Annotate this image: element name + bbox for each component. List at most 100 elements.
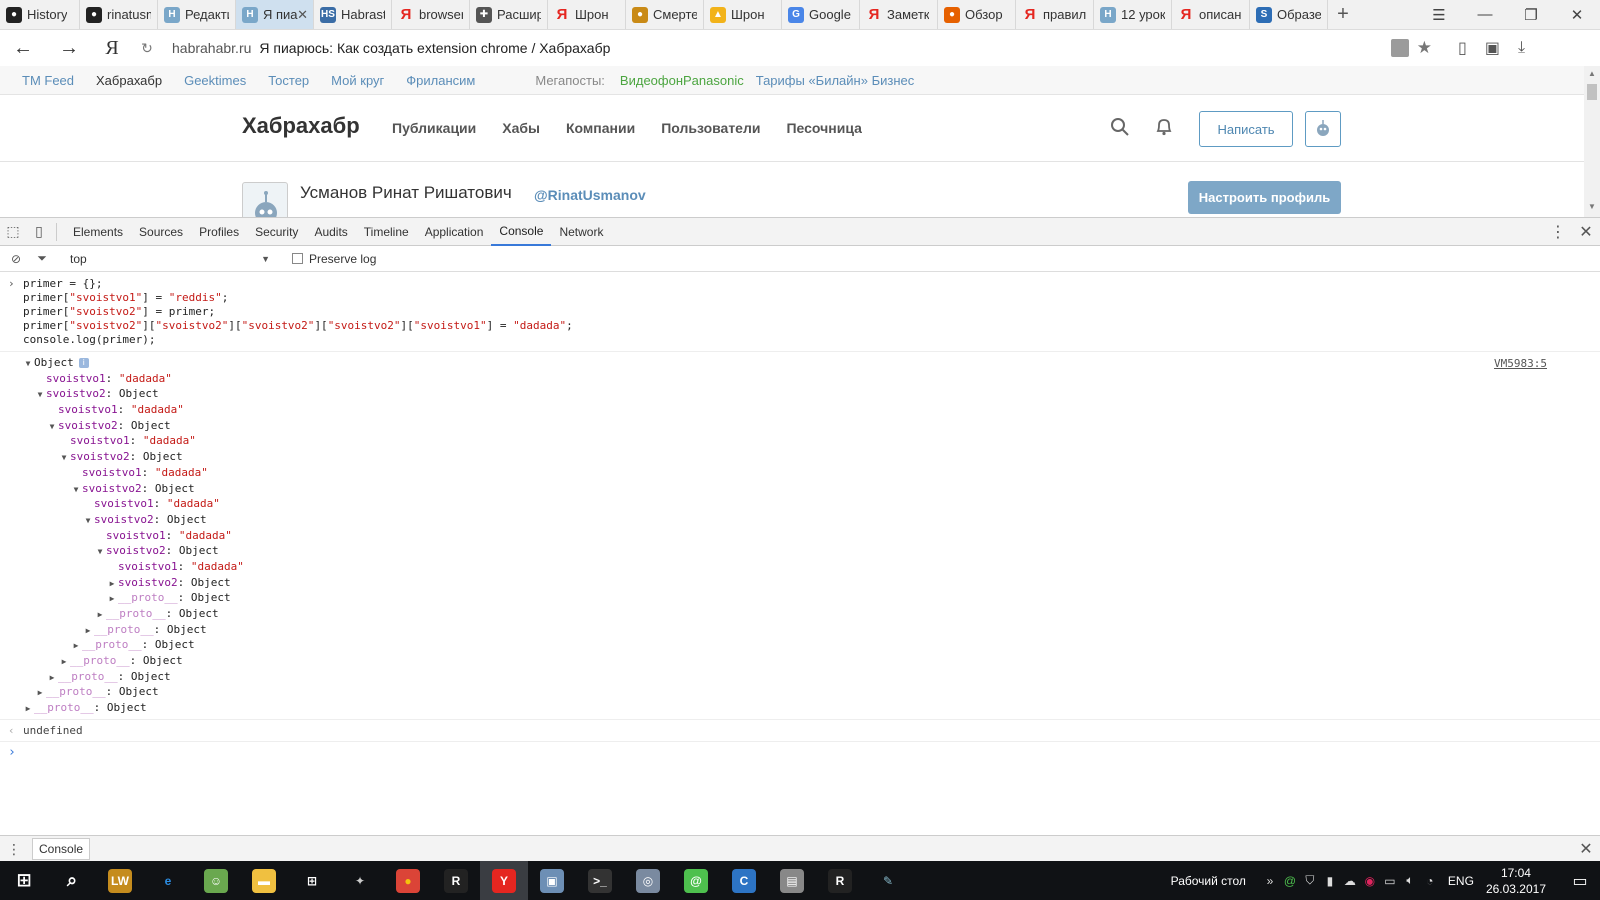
taskbar-button[interactable]: ⊞ bbox=[0, 861, 48, 900]
nav-users[interactable]: Пользователи bbox=[661, 120, 760, 136]
tab-application[interactable]: Application bbox=[417, 218, 492, 246]
tab-profiles[interactable]: Profiles bbox=[191, 218, 247, 246]
expanded-triangle-icon[interactable]: ▼ bbox=[34, 387, 46, 403]
tree-object-row[interactable]: ▼ svoistvo2: Object bbox=[0, 418, 1600, 434]
tree-proto-row[interactable]: ▶ __proto__: Object bbox=[0, 684, 1600, 700]
network-icon[interactable]: ◔ bbox=[1420, 874, 1440, 888]
collapsed-triangle-icon[interactable]: ▶ bbox=[94, 607, 106, 623]
tree-proto-row[interactable]: ▶ __proto__: Object bbox=[0, 700, 1600, 716]
language-indicator[interactable]: ENG bbox=[1448, 874, 1474, 888]
inspect-element-icon[interactable]: ⬚ bbox=[0, 223, 26, 240]
nav-publications[interactable]: Публикации bbox=[392, 120, 476, 136]
taskbar-button[interactable]: Y bbox=[480, 861, 528, 900]
browser-tab[interactable]: Я Шрон bbox=[548, 0, 626, 29]
nav-hubs[interactable]: Хабы bbox=[502, 120, 540, 136]
taskbar-button[interactable]: @ bbox=[672, 861, 720, 900]
expanded-triangle-icon[interactable]: ▼ bbox=[82, 513, 94, 529]
clear-console-icon[interactable]: ⊘ bbox=[6, 252, 26, 266]
download-icon[interactable]: ⤓ bbox=[1518, 39, 1525, 57]
megapost-link-panasonic[interactable]: ВидеофонPanasonic bbox=[620, 73, 744, 88]
profile-settings-button[interactable]: Настроить профиль bbox=[1188, 181, 1341, 214]
minimize-icon[interactable]: — bbox=[1462, 6, 1508, 23]
nav-sandbox[interactable]: Песочница bbox=[786, 120, 861, 136]
context-select[interactable]: top ▼ bbox=[70, 252, 270, 266]
info-icon[interactable]: i bbox=[78, 358, 89, 368]
bell-icon[interactable] bbox=[1154, 117, 1174, 140]
taskbar-button[interactable]: ✎ bbox=[864, 861, 912, 900]
browser-tab[interactable]: S Образе bbox=[1250, 0, 1328, 29]
browser-tab[interactable]: H 12 урок bbox=[1094, 0, 1172, 29]
collapsed-triangle-icon[interactable]: ▶ bbox=[70, 638, 82, 654]
tree-object-row[interactable]: ▼ svoistvo2: Object bbox=[0, 512, 1600, 528]
taskbar-button[interactable]: e bbox=[144, 861, 192, 900]
tree-proto-row[interactable]: ▶ __proto__: Object bbox=[0, 622, 1600, 638]
browser-tab[interactable]: H Редакти bbox=[158, 0, 236, 29]
notifications-icon[interactable]: ▭ bbox=[1560, 871, 1600, 891]
collapsed-triangle-icon[interactable]: ▶ bbox=[82, 623, 94, 639]
tab-security[interactable]: Security bbox=[247, 218, 306, 246]
avatar[interactable] bbox=[242, 182, 288, 217]
devtools-close-icon[interactable]: ✕ bbox=[1572, 222, 1600, 242]
browser-tab[interactable]: ● Смерте bbox=[626, 0, 704, 29]
tab-sources[interactable]: Sources bbox=[131, 218, 191, 246]
browser-tab[interactable]: ▲ Шрон bbox=[704, 0, 782, 29]
taskbar-button[interactable]: ▤ bbox=[768, 861, 816, 900]
taskbar-button[interactable]: >_ bbox=[576, 861, 624, 900]
expanded-triangle-icon[interactable]: ▼ bbox=[94, 544, 106, 560]
bookmark-star-icon[interactable]: ★ bbox=[1417, 38, 1432, 58]
taskbar-button[interactable]: ✦ bbox=[336, 861, 384, 900]
taskbar-button[interactable]: ▬ bbox=[240, 861, 288, 900]
tree-proto-row[interactable]: ▶ __proto__: Object bbox=[0, 606, 1600, 622]
tree-object-row[interactable]: ▼ svoistvo2: Object bbox=[0, 449, 1600, 465]
tab-network[interactable]: Network bbox=[551, 218, 611, 246]
back-icon[interactable]: ← bbox=[0, 37, 46, 60]
preserve-log-checkbox[interactable] bbox=[292, 253, 303, 264]
menu-icon[interactable]: ☰ bbox=[1416, 6, 1462, 24]
shield-icon[interactable]: ⛉ bbox=[1300, 873, 1320, 888]
reload-icon[interactable]: ↻ bbox=[132, 40, 162, 57]
red-app-icon[interactable]: ◉ bbox=[1360, 874, 1380, 888]
expanded-triangle-icon[interactable]: ▼ bbox=[46, 419, 58, 435]
tree-object-row[interactable]: ▼ svoistvo2: Object bbox=[0, 543, 1600, 559]
expanded-triangle-icon[interactable]: ▼ bbox=[70, 482, 82, 498]
tree-proto-row[interactable]: ▶ __proto__: Object bbox=[0, 637, 1600, 653]
profile-nick[interactable]: @RinatUsmanov bbox=[534, 187, 646, 203]
collapsed-triangle-icon[interactable]: ▶ bbox=[106, 591, 118, 607]
restore-icon[interactable]: ❐ bbox=[1508, 6, 1554, 24]
tree-proto-row[interactable]: ▶ __proto__: Object bbox=[0, 653, 1600, 669]
page-scrollbar[interactable]: ▲ ▼ bbox=[1584, 66, 1600, 217]
chevron-up-icon[interactable]: » bbox=[1260, 874, 1280, 888]
mail-agent-icon[interactable]: @ bbox=[1280, 874, 1300, 888]
taskbar-button[interactable]: R bbox=[816, 861, 864, 900]
tree-proto-row[interactable]: ▶ __proto__: Object bbox=[0, 669, 1600, 685]
write-button[interactable]: Написать bbox=[1199, 111, 1293, 147]
browser-tab[interactable]: ● Обзор bbox=[938, 0, 1016, 29]
habr-logo[interactable]: Хабрахабр bbox=[242, 113, 360, 139]
collapsed-triangle-icon[interactable]: ▶ bbox=[46, 670, 58, 686]
scroll-down-icon[interactable]: ▼ bbox=[1588, 202, 1596, 211]
taskbar-button[interactable]: ⊞ bbox=[288, 861, 336, 900]
browser-tab[interactable]: Яописан bbox=[1172, 0, 1250, 29]
screenshot-icon[interactable]: ▣ bbox=[1485, 38, 1500, 58]
yandex-logo-icon[interactable]: Я bbox=[92, 37, 132, 60]
console-prompt[interactable]: › bbox=[0, 742, 1600, 764]
toplink-tmfeed[interactable]: TM Feed bbox=[22, 73, 74, 88]
browser-tab[interactable]: Я Заметк bbox=[860, 0, 938, 29]
search-icon[interactable] bbox=[1110, 117, 1130, 140]
nav-companies[interactable]: Компании bbox=[566, 120, 635, 136]
volume-icon[interactable]: 🔈︎ bbox=[1400, 873, 1420, 888]
devtools-menu-icon[interactable]: ⋮ bbox=[1544, 222, 1572, 242]
tab-console[interactable]: Console bbox=[491, 218, 552, 246]
tree-object-row[interactable]: ▼ svoistvo2: Object bbox=[0, 481, 1600, 497]
collapsed-triangle-icon[interactable]: ▶ bbox=[106, 576, 118, 592]
toplink-moikrug[interactable]: Мой круг bbox=[331, 73, 384, 88]
protect-icon[interactable] bbox=[1390, 39, 1409, 57]
tree-object-row[interactable]: ▶ svoistvo2: Object bbox=[0, 575, 1600, 591]
clock[interactable]: 17:04 26.03.2017 bbox=[1486, 865, 1546, 897]
taskbar-button[interactable]: C bbox=[720, 861, 768, 900]
toplink-habrahabr[interactable]: Хабрахабр bbox=[96, 73, 162, 88]
tree-proto-row[interactable]: ▶ __proto__: Object bbox=[0, 590, 1600, 606]
expanded-triangle-icon[interactable]: ▼ bbox=[22, 356, 34, 372]
user-menu-icon[interactable] bbox=[1305, 111, 1341, 147]
toplink-geektimes[interactable]: Geektimes bbox=[184, 73, 246, 88]
